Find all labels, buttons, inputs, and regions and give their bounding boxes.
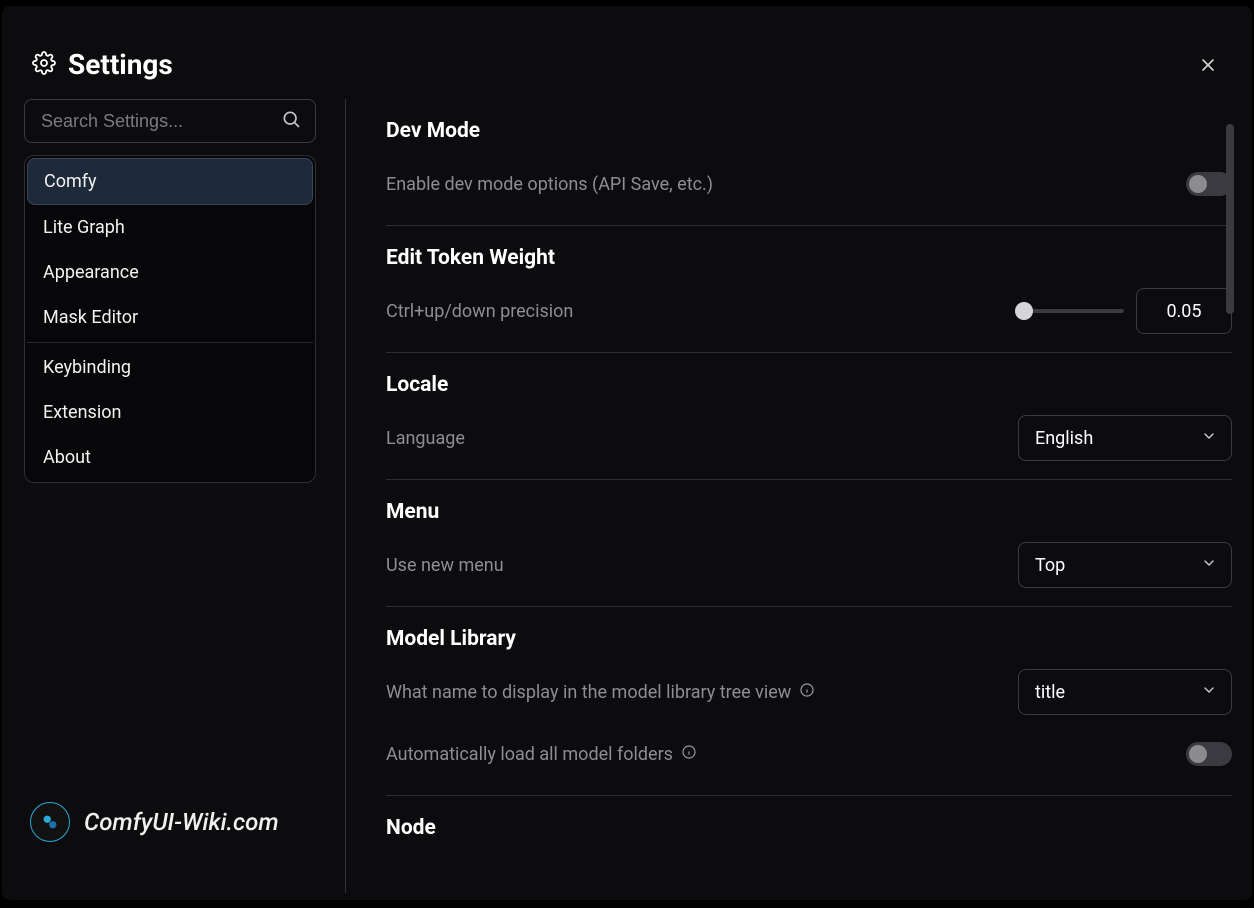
row-precision: Ctrl+up/down precision 0.05 xyxy=(386,288,1232,334)
sidebar-item-lite-graph[interactable]: Lite Graph xyxy=(27,205,313,250)
section-locale: Locale Language English xyxy=(386,373,1232,480)
page-title: Settings xyxy=(68,48,173,81)
settings-modal: Settings Comfy Lite Graph A xyxy=(2,6,1252,900)
section-model-library: Model Library What name to display in th… xyxy=(386,627,1232,796)
select-language[interactable]: English xyxy=(1018,415,1232,461)
section-title-model-library: Model Library xyxy=(386,627,1232,651)
search-input[interactable] xyxy=(41,111,281,132)
sidebar-item-appearance[interactable]: Appearance xyxy=(27,250,313,295)
precision-slider[interactable] xyxy=(1020,309,1124,313)
comfyui-logo-icon xyxy=(30,802,70,842)
divider xyxy=(386,795,1232,796)
row-dev-mode-enable: Enable dev mode options (API Save, etc.) xyxy=(386,161,1232,207)
section-title-menu: Menu xyxy=(386,500,1232,524)
select-use-new-menu-value: Top xyxy=(1035,555,1065,576)
section-edit-token-weight: Edit Token Weight Ctrl+up/down precision… xyxy=(386,246,1232,353)
sidebar-item-keybinding[interactable]: Keybinding xyxy=(27,345,313,390)
select-use-new-menu[interactable]: Top xyxy=(1018,542,1232,588)
label-auto-load-text: Automatically load all model folders xyxy=(386,744,673,765)
sidebar: Comfy Lite Graph Appearance Mask Editor … xyxy=(24,99,346,893)
select-display-name[interactable]: title xyxy=(1018,669,1232,715)
modal-body: Comfy Lite Graph Appearance Mask Editor … xyxy=(2,99,1252,893)
sidebar-item-mask-editor[interactable]: Mask Editor xyxy=(27,295,313,340)
row-language: Language English xyxy=(386,415,1232,461)
content-pane[interactable]: Dev Mode Enable dev mode options (API Sa… xyxy=(346,99,1252,893)
label-auto-load: Automatically load all model folders xyxy=(386,744,697,765)
scrollbar-thumb[interactable] xyxy=(1226,124,1234,314)
select-display-name-value: title xyxy=(1035,682,1065,703)
label-use-new-menu: Use new menu xyxy=(386,555,504,576)
row-display-name: What name to display in the model librar… xyxy=(386,669,1232,715)
section-title-dev-mode: Dev Mode xyxy=(386,119,1232,143)
close-button[interactable] xyxy=(1194,51,1222,79)
chevron-down-icon xyxy=(1201,682,1217,703)
divider xyxy=(386,352,1232,353)
divider xyxy=(386,606,1232,607)
watermark-text: ComfyUI-Wiki.com xyxy=(84,808,279,836)
label-language: Language xyxy=(386,428,465,449)
chevron-down-icon xyxy=(1201,428,1217,449)
chevron-down-icon xyxy=(1201,555,1217,576)
toggle-auto-load[interactable] xyxy=(1186,742,1232,766)
info-icon[interactable] xyxy=(799,682,815,703)
section-node: Node xyxy=(386,816,1232,840)
watermark: ComfyUI-Wiki.com xyxy=(30,802,279,842)
modal-header: Settings xyxy=(2,6,1252,99)
sidebar-nav: Comfy Lite Graph Appearance Mask Editor … xyxy=(24,155,316,483)
divider xyxy=(386,225,1232,226)
section-title-node: Node xyxy=(386,816,1232,840)
section-title-edit-token-weight: Edit Token Weight xyxy=(386,246,1232,270)
sidebar-item-about[interactable]: About xyxy=(27,435,313,480)
row-use-new-menu: Use new menu Top xyxy=(386,542,1232,588)
precision-control: 0.05 xyxy=(1020,288,1232,334)
info-icon[interactable] xyxy=(681,744,697,765)
divider xyxy=(386,479,1232,480)
search-icon xyxy=(281,109,301,133)
select-language-value: English xyxy=(1035,428,1093,449)
precision-value[interactable]: 0.05 xyxy=(1136,288,1232,334)
section-title-locale: Locale xyxy=(386,373,1232,397)
section-dev-mode: Dev Mode Enable dev mode options (API Sa… xyxy=(386,119,1232,226)
sidebar-item-comfy[interactable]: Comfy xyxy=(27,158,313,205)
section-menu: Menu Use new menu Top xyxy=(386,500,1232,607)
nav-list: Comfy Lite Graph Appearance Mask Editor … xyxy=(27,158,313,480)
label-display-name: What name to display in the model librar… xyxy=(386,682,815,703)
label-precision: Ctrl+up/down precision xyxy=(386,301,573,322)
gear-icon xyxy=(32,51,56,79)
label-dev-mode-enable: Enable dev mode options (API Save, etc.) xyxy=(386,174,713,195)
search-box[interactable] xyxy=(24,99,316,143)
row-auto-load: Automatically load all model folders xyxy=(386,731,1232,777)
label-display-name-text: What name to display in the model librar… xyxy=(386,682,791,703)
nav-divider xyxy=(27,342,313,343)
sidebar-item-extension[interactable]: Extension xyxy=(27,390,313,435)
title-wrap: Settings xyxy=(32,48,173,81)
